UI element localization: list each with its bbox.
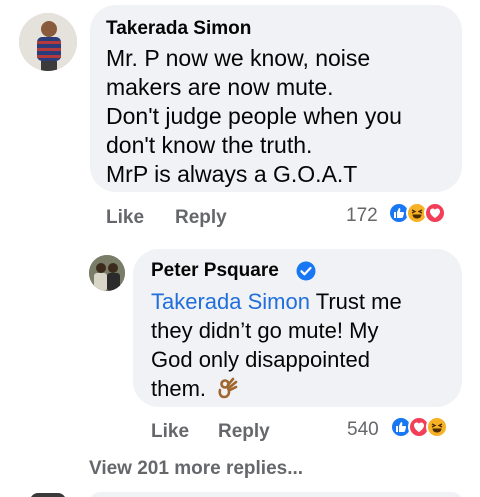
verified-badge-icon	[296, 261, 316, 281]
comment-like-button[interactable]: Like	[106, 207, 144, 229]
reply-photo	[89, 255, 125, 291]
mention-link[interactable]: Takerada Simon	[151, 289, 310, 314]
next-bubble-edge	[90, 492, 462, 497]
reply-line: they didn’t go mute! My	[151, 318, 379, 343]
comment-line: Don't judge people when you	[106, 103, 402, 129]
reply-reaction-count[interactable]: 540	[347, 419, 379, 441]
reply-line: Takerada Simon Trust me	[151, 287, 451, 316]
ok-hand-icon	[216, 376, 240, 400]
love-icon	[424, 202, 446, 224]
comment-reaction-count[interactable]: 172	[346, 205, 378, 227]
comment-text: Mr. P now we know, noise makers are now …	[106, 44, 402, 189]
comment-line: don't know the truth.	[106, 132, 313, 158]
reply-avatar[interactable]	[89, 255, 125, 291]
reply-line: God only disappointed	[151, 347, 370, 372]
comment-line: makers are now mute.	[106, 74, 334, 100]
reply-line-text: Trust me	[315, 289, 402, 314]
comment-author[interactable]: Takerada Simon	[106, 18, 251, 40]
haha-icon	[426, 416, 448, 438]
reply-like-button[interactable]: Like	[151, 421, 189, 443]
comment-reply-button[interactable]: Reply	[175, 207, 227, 229]
comment-line: Mr. P now we know, noise	[106, 45, 371, 71]
reply-author[interactable]: Peter Psquare	[151, 260, 279, 282]
commenter-avatar[interactable]	[19, 13, 77, 71]
view-more-replies-link[interactable]: View 201 more replies...	[89, 458, 303, 480]
commenter-photo	[19, 13, 77, 71]
reply-reactions[interactable]	[390, 416, 448, 438]
comment-line: MrP is always a G.O.A.T	[106, 161, 358, 187]
next-avatar-edge	[30, 493, 66, 497]
reply-text: Takerada Simon Trust me they didn’t go m…	[151, 287, 451, 403]
reply-line: them.	[151, 374, 451, 403]
comment-reactions[interactable]	[388, 202, 446, 224]
reply-line-text: them.	[151, 376, 207, 401]
reply-reply-button[interactable]: Reply	[218, 421, 270, 443]
